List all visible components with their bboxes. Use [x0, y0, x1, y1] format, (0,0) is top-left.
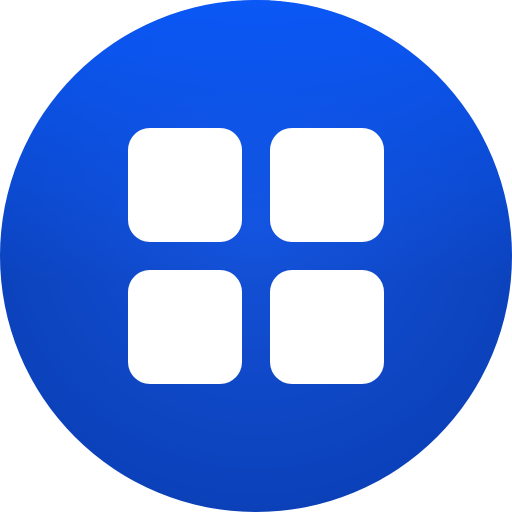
tile-top-left [128, 128, 242, 242]
tile-bottom-left [128, 270, 242, 384]
tile-bottom-right [270, 270, 384, 384]
apps-grid-icon-graphic [0, 0, 512, 512]
tile-top-right [270, 128, 384, 242]
icon-background-sheen [0, 0, 512, 512]
apps-grid-icon[interactable] [0, 0, 512, 512]
